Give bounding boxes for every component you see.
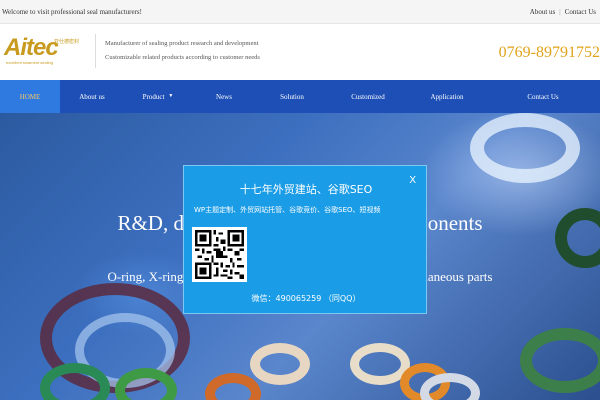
nav-item-home[interactable]: HOME <box>0 80 60 113</box>
nav-item-label: News <box>216 92 232 101</box>
popup-wechat-contact: 微信：490065259 （同QQ） <box>251 294 361 303</box>
nav-item-customized[interactable]: Customized <box>328 80 408 113</box>
top-link-contact-us[interactable]: Contact Us <box>565 8 596 16</box>
qr-code-icon <box>192 227 247 282</box>
nav-item-label: Solution <box>280 92 304 101</box>
nav-item-label: HOME <box>19 92 41 101</box>
nav-item-label: Contact Us <box>527 92 559 101</box>
nav-item-about-us[interactable]: About us <box>60 80 124 113</box>
header-divider <box>95 34 96 68</box>
nav-item-solution[interactable]: Solution <box>256 80 328 113</box>
logo-chinese-name: 亚仕德密封 <box>54 39 80 45</box>
top-link-separator: | <box>559 8 561 16</box>
top-link-about-us[interactable]: About us <box>530 8 555 16</box>
site-header: Aitec 亚仕德密封 excellent sinament sealing M… <box>0 24 600 80</box>
nav-item-news[interactable]: News <box>192 80 256 113</box>
header-phone: 0769-89791752 <box>498 44 600 61</box>
site-logo[interactable]: Aitec 亚仕德密封 excellent sinament sealing <box>4 34 79 66</box>
chevron-down-icon: ▼ <box>168 94 174 99</box>
header-tagline-1: Manufacturer of sealing product research… <box>105 40 259 47</box>
nav-item-label: Application <box>430 92 464 101</box>
nav-item-label: Customized <box>351 92 385 101</box>
main-nav: HOME About us Product ▼ News Solution Cu… <box>0 80 600 113</box>
decorative-ring <box>205 373 261 400</box>
nav-item-application[interactable]: Application <box>408 80 486 113</box>
decorative-ring <box>470 113 580 183</box>
nav-item-label: About us <box>79 92 105 101</box>
nav-item-contact-us[interactable]: Contact Us <box>486 80 600 113</box>
decorative-ring <box>520 328 600 393</box>
popup-title: 十七年外贸建站、谷歌SEO <box>239 183 373 196</box>
logo-slogan: excellent sinament sealing <box>6 60 53 65</box>
top-links: About us | Contact Us <box>530 8 596 16</box>
decorative-ring <box>250 343 310 385</box>
welcome-text: Welcome to visit professional seal manuf… <box>2 8 142 16</box>
promo-popup: X 十七年外贸建站、谷歌SEO WP主题定制、外贸网站托管、谷歌竞价、谷歌SEO… <box>183 165 427 314</box>
top-bar: Welcome to visit professional seal manuf… <box>0 0 600 24</box>
logo-wordmark: Aitec <box>4 34 59 61</box>
nav-item-label: Product <box>142 92 165 101</box>
popup-services: WP主题定制、外贸网站托管、谷歌竞价、谷歌SEO、短视频 <box>194 206 381 214</box>
header-tagline-2: Customizable related products according … <box>105 54 260 61</box>
nav-item-product[interactable]: Product ▼ <box>124 80 192 113</box>
